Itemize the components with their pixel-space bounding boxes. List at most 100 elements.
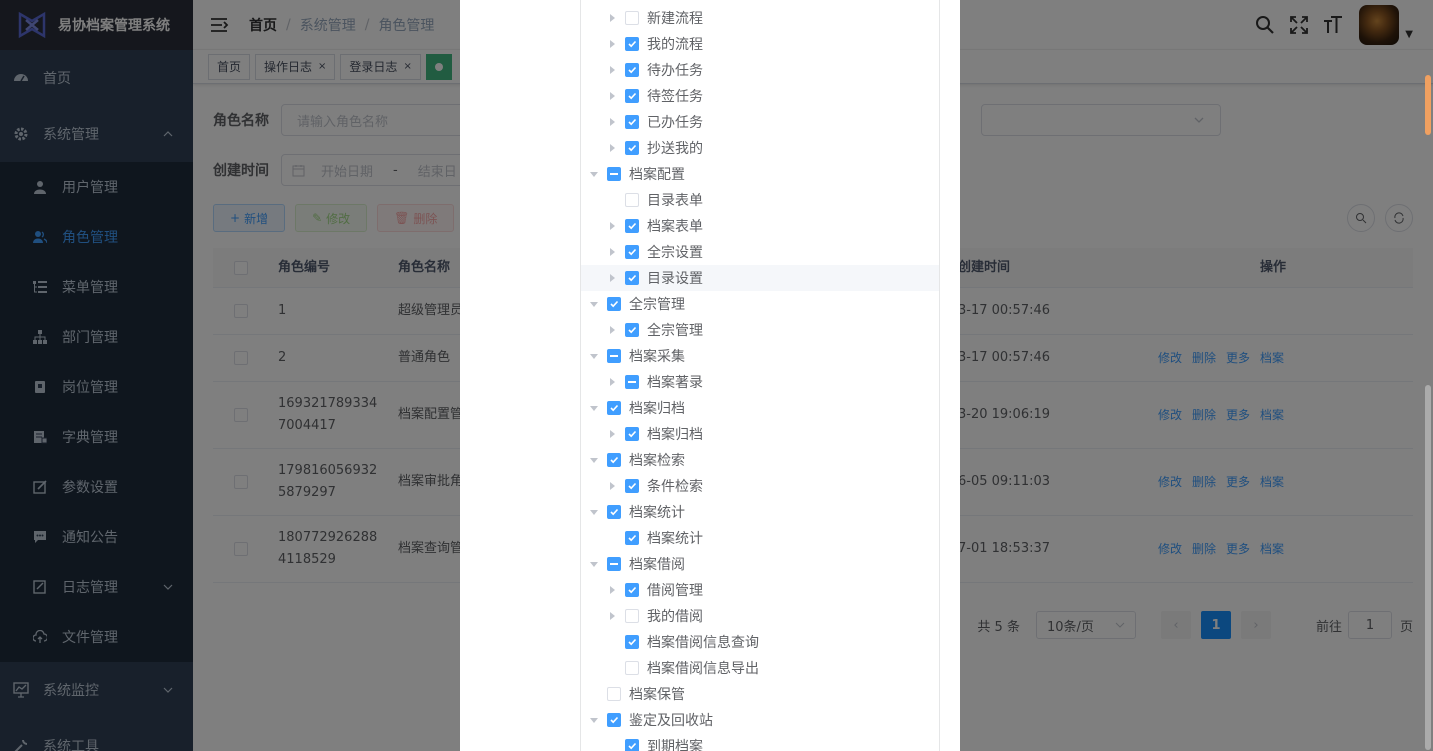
tree-node[interactable]: 档案借阅: [581, 551, 939, 577]
tree-node-checkbox[interactable]: [625, 11, 639, 25]
tree-node-checkbox[interactable]: [625, 245, 639, 259]
tree-node-label: 档案借阅信息导出: [647, 661, 759, 677]
tree-node[interactable]: 档案借阅信息查询: [581, 629, 939, 655]
caret-down-icon[interactable]: [589, 351, 599, 361]
tree-node-checkbox[interactable]: [625, 193, 639, 207]
caret-right-icon[interactable]: [607, 65, 617, 75]
tree-node[interactable]: 全宗管理: [581, 291, 939, 317]
tree-node-label: 待签任务: [647, 89, 703, 105]
tree-node[interactable]: 我的流程: [581, 31, 939, 57]
caret-down-icon[interactable]: [589, 455, 599, 465]
tree-node[interactable]: 档案检索: [581, 447, 939, 473]
tree-node[interactable]: 抄送我的: [581, 135, 939, 161]
tree-node-checkbox[interactable]: [625, 141, 639, 155]
tree-node-checkbox[interactable]: [625, 479, 639, 493]
caret-right-icon[interactable]: [607, 429, 617, 439]
caret-down-icon[interactable]: [589, 715, 599, 725]
tree-node-label: 到期档案: [647, 739, 703, 751]
tree-node[interactable]: 档案著录: [581, 369, 939, 395]
tree-node[interactable]: 档案归档: [581, 421, 939, 447]
tree-node[interactable]: 鉴定及回收站: [581, 707, 939, 733]
tree-node-checkbox[interactable]: [625, 271, 639, 285]
tree-node[interactable]: 档案表单: [581, 213, 939, 239]
tree-node-checkbox[interactable]: [625, 323, 639, 337]
tree-node-checkbox[interactable]: [625, 609, 639, 623]
caret-down-icon[interactable]: [589, 507, 599, 517]
tree-node[interactable]: 目录设置: [581, 265, 939, 291]
caret-down-icon[interactable]: [589, 299, 599, 309]
caret-right-icon[interactable]: [607, 377, 617, 387]
tree-node[interactable]: 档案统计: [581, 525, 939, 551]
tree-node-label: 全宗设置: [647, 245, 703, 261]
tree-node[interactable]: 新建流程: [581, 5, 939, 31]
page-scrollbar[interactable]: [1423, 0, 1433, 751]
caret-right-icon[interactable]: [607, 143, 617, 153]
caret-right-icon[interactable]: [607, 39, 617, 49]
caret-right-icon[interactable]: [607, 221, 617, 231]
caret-down-icon[interactable]: [589, 559, 599, 569]
tree-node-checkbox[interactable]: [625, 89, 639, 103]
tree-node-checkbox[interactable]: [607, 453, 621, 467]
tree-node-checkbox[interactable]: [625, 375, 639, 389]
app-root: 易协档案管理系统 首页 系统管理 用户管理 角色管理: [0, 0, 1433, 751]
tree-node-checkbox[interactable]: [625, 219, 639, 233]
tree-node-checkbox[interactable]: [625, 531, 639, 545]
tree-node-label: 新建流程: [647, 11, 703, 27]
tree-node[interactable]: 档案统计: [581, 499, 939, 525]
caret-right-icon[interactable]: [607, 273, 617, 283]
tree-node-checkbox[interactable]: [607, 297, 621, 311]
caret-right-icon[interactable]: [607, 481, 617, 491]
tree-node-checkbox[interactable]: [625, 739, 639, 751]
tree-node[interactable]: 到期档案: [581, 733, 939, 751]
caret-right-icon[interactable]: [607, 325, 617, 335]
tree-node[interactable]: 档案借阅信息导出: [581, 655, 939, 681]
tree-node-checkbox[interactable]: [625, 635, 639, 649]
tree-node[interactable]: 全宗设置: [581, 239, 939, 265]
tree-node-checkbox[interactable]: [625, 63, 639, 77]
tree-node-checkbox[interactable]: [607, 687, 621, 701]
caret-down-icon[interactable]: [589, 169, 599, 179]
tree-node-label: 条件检索: [647, 479, 703, 495]
tree-node-label: 抄送我的: [647, 141, 703, 157]
scrollbar-thumb[interactable]: [1425, 75, 1431, 135]
tree-node-checkbox[interactable]: [607, 557, 621, 571]
tree-node-label: 档案借阅: [629, 557, 685, 573]
tree-node-checkbox[interactable]: [607, 713, 621, 727]
tree-node-checkbox[interactable]: [625, 37, 639, 51]
tree-node[interactable]: 已办任务: [581, 109, 939, 135]
caret-right-icon[interactable]: [607, 117, 617, 127]
tree-node-checkbox[interactable]: [625, 661, 639, 675]
tree-node-checkbox[interactable]: [625, 115, 639, 129]
tree-node-checkbox[interactable]: [607, 167, 621, 181]
tree-node-label: 借阅管理: [647, 583, 703, 599]
tree-node-checkbox[interactable]: [607, 505, 621, 519]
tree-node-label: 档案归档: [647, 427, 703, 443]
caret-right-icon[interactable]: [607, 91, 617, 101]
menu-permission-tree: 新建流程我的流程 待办任务待签任务已办任务抄送我的档案配置 目录表单 档案表单全宗设置…: [580, 0, 940, 751]
tree-node[interactable]: 全宗管理: [581, 317, 939, 343]
tree-node-checkbox[interactable]: [625, 583, 639, 597]
tree-node[interactable]: 档案采集: [581, 343, 939, 369]
caret-right-icon[interactable]: [607, 247, 617, 257]
tree-node[interactable]: 待签任务: [581, 83, 939, 109]
tree-node[interactable]: 借阅管理: [581, 577, 939, 603]
tree-node[interactable]: 档案保管: [581, 681, 939, 707]
tree-node-checkbox[interactable]: [607, 349, 621, 363]
tree-node-label: 全宗管理: [629, 297, 685, 313]
tree-node-checkbox[interactable]: [607, 401, 621, 415]
tree-node[interactable]: 目录表单: [581, 187, 939, 213]
caret-right-icon[interactable]: [607, 611, 617, 621]
caret-right-icon[interactable]: [607, 585, 617, 595]
tree-node[interactable]: 档案归档: [581, 395, 939, 421]
tree-node[interactable]: 条件检索: [581, 473, 939, 499]
tree-node-label: 我的借阅: [647, 609, 703, 625]
caret-right-icon[interactable]: [607, 13, 617, 23]
tree-node[interactable]: 待办任务: [581, 57, 939, 83]
caret-down-icon[interactable]: [589, 403, 599, 413]
tree-node-checkbox[interactable]: [625, 427, 639, 441]
tree-node[interactable]: 档案配置: [581, 161, 939, 187]
dialog-scrollbar-thumb[interactable]: [1425, 385, 1431, 750]
tree-node[interactable]: 我的借阅: [581, 603, 939, 629]
